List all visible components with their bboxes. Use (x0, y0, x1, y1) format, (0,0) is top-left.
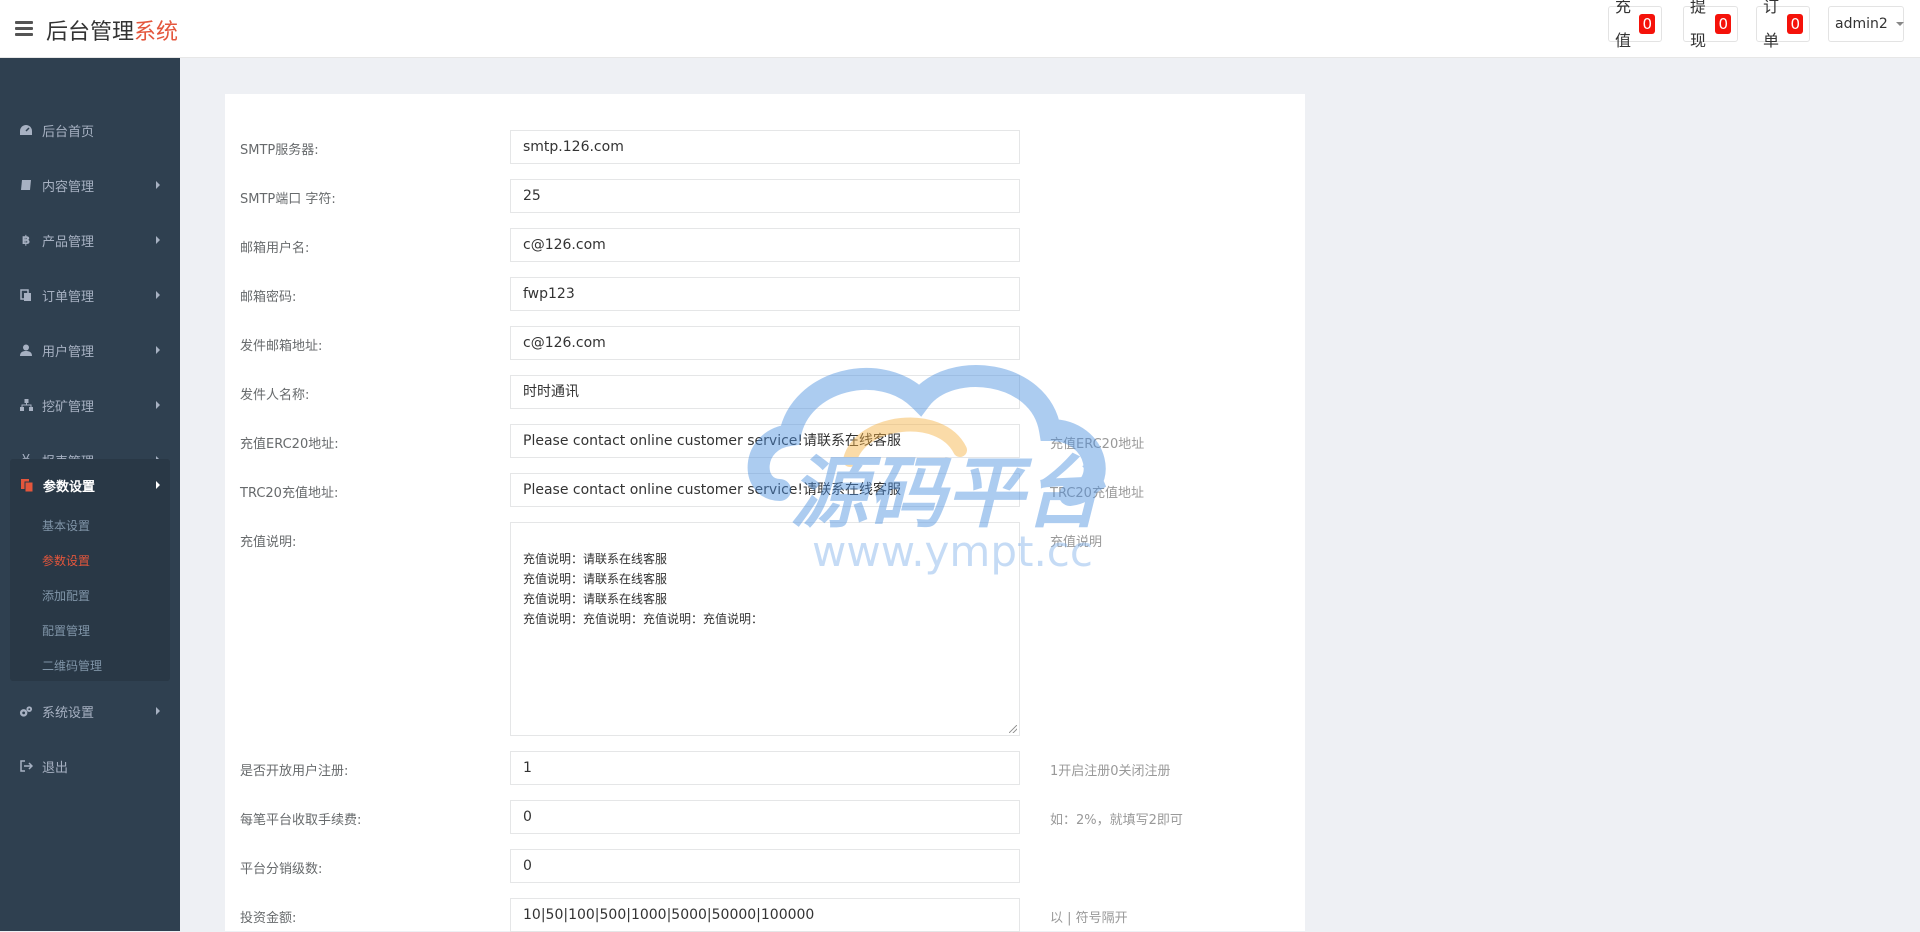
sidebar-item-label: 用户管理 (42, 344, 95, 360)
user-icon (19, 343, 33, 357)
fee-label: 每笔平台收取手续费: (240, 813, 362, 828)
sidebar-subitem-qrcode[interactable]: 二维码管理 (42, 657, 102, 674)
sender-name-input[interactable]: 时时通讯 (510, 375, 1020, 409)
recharge-count-badge: 0 (1639, 14, 1655, 34)
trc20-label: TRC20充值地址: (240, 486, 339, 501)
brand-title: 后台管理系统 (46, 14, 178, 46)
sitemap-icon (19, 398, 33, 412)
user-name: admin2 (1835, 16, 1888, 32)
fee-input[interactable]: 0 (510, 800, 1020, 834)
sidebar-subitem-params[interactable]: 参数设置 (42, 552, 90, 569)
open-register-label: 是否开放用户注册: (240, 764, 349, 779)
caret-right-icon (156, 346, 160, 354)
erc20-hint: 充值ERC20地址 (1050, 437, 1145, 452)
dashboard-icon (19, 123, 33, 137)
fee-hint: 如：2%，就填写2即可 (1050, 813, 1183, 828)
trc20-input[interactable]: Please contact online customer service!请… (510, 473, 1020, 507)
invest-amount-hint: 以 | 符号隔开 (1050, 911, 1128, 926)
sidebar-subitem-add-config[interactable]: 添加配置 (42, 587, 90, 604)
sign-out-icon (19, 759, 33, 773)
open-register-input[interactable]: 1 (510, 751, 1020, 785)
user-menu-button[interactable]: admin2 (1828, 6, 1904, 42)
recharge-desc-text: 充值说明：请联系在线客服 充值说明：请联系在线客服 充值说明：请联系在线客服 充… (523, 552, 764, 626)
sidebar-item-label: 产品管理 (42, 234, 95, 250)
sidebar-item-home[interactable]: 后台首页 (0, 104, 180, 156)
invest-amount-input[interactable]: 10|50|100|500|1000|5000|50000|100000 (510, 898, 1020, 932)
recharge-desc-textarea[interactable]: 充值说明：请联系在线客服 充值说明：请联系在线客服 充值说明：请联系在线客服 充… (510, 522, 1020, 736)
smtp-server-label: SMTP服务器: (240, 143, 319, 158)
gears-icon (19, 704, 33, 718)
sidebar-item-content[interactable]: 内容管理 (0, 159, 180, 211)
recharge-button[interactable]: 充值 0 (1608, 0, 1662, 50)
sidebar-item-params[interactable]: 参数设置 (10, 459, 170, 511)
sidebar-item-label: 内容管理 (42, 179, 95, 195)
sidebar-item-label: 后台首页 (42, 124, 95, 140)
recharge-label: 充值 (1615, 0, 1632, 50)
sidebar-item-label: 退出 (42, 760, 69, 776)
levels-input[interactable]: 0 (510, 849, 1020, 883)
sidebar: 后台首页 内容管理 ฿ 产品管理 订单管理 用户管理 挖矿管理 ¥ 报表管理 (0, 58, 180, 931)
sidebar-item-orders[interactable]: 订单管理 (0, 269, 180, 321)
caret-right-icon (156, 707, 160, 715)
resize-grip-icon[interactable] (1009, 725, 1017, 733)
settings-form-panel: SMTP服务器: smtp.126.com SMTP端口 字符: 25 邮箱用户… (225, 94, 1305, 932)
recharge-desc-hint: 充值说明 (1050, 535, 1103, 550)
files-icon (20, 478, 34, 492)
smtp-port-label: SMTP端口 字符: (240, 192, 336, 207)
open-register-hint: 1开启注册0关闭注册 (1050, 764, 1171, 779)
sidebar-item-label: 挖矿管理 (42, 399, 95, 415)
sidebar-item-users[interactable]: 用户管理 (0, 324, 180, 376)
smtp-port-input[interactable]: 25 (510, 179, 1020, 213)
caret-right-icon (156, 181, 160, 189)
sidebar-item-mining[interactable]: 挖矿管理 (0, 379, 180, 431)
caret-down-icon (1895, 22, 1904, 26)
sidebar-item-products[interactable]: ฿ 产品管理 (0, 214, 180, 266)
sidebar-item-label: 订单管理 (42, 289, 95, 305)
recharge-desc-label: 充值说明: (240, 535, 297, 550)
sidebar-item-logout[interactable]: 退出 (0, 740, 180, 792)
sidebar-subitem-config-manage[interactable]: 配置管理 (42, 622, 90, 639)
copy-icon (19, 288, 33, 302)
mail-pass-label: 邮箱密码: (240, 290, 297, 305)
mail-user-label: 邮箱用户名: (240, 241, 310, 256)
sidebar-subitem-basic[interactable]: 基本设置 (42, 517, 90, 534)
orders-count-badge: 0 (1787, 14, 1803, 34)
bitcoin-icon: ฿ (21, 233, 31, 247)
top-header: 后台管理系统 充值 0 提现 0 订单 0 admin2 (0, 0, 1920, 58)
sender-name-label: 发件人名称: (240, 388, 310, 403)
brand-accent: 系统 (134, 20, 179, 45)
trc20-hint: TRC20充值地址 (1050, 486, 1144, 501)
orders-button[interactable]: 订单 0 (1756, 0, 1810, 50)
caret-right-icon (156, 401, 160, 409)
orders-label: 订单 (1763, 0, 1780, 50)
sidebar-item-label: 参数设置 (43, 479, 96, 495)
withdraw-button[interactable]: 提现 0 (1683, 0, 1738, 50)
caret-right-icon (156, 481, 160, 489)
caret-right-icon (156, 236, 160, 244)
sender-addr-input[interactable]: c@126.com (510, 326, 1020, 360)
sender-addr-label: 发件邮箱地址: (240, 339, 323, 354)
mail-user-input[interactable]: c@126.com (510, 228, 1020, 262)
erc20-input[interactable]: Please contact online customer service!请… (510, 424, 1020, 458)
sidebar-item-label: 系统设置 (42, 705, 95, 721)
levels-label: 平台分销级数: (240, 862, 323, 877)
brand-main: 后台管理 (46, 20, 135, 45)
erc20-label: 充值ERC20地址: (240, 437, 339, 452)
mail-pass-input[interactable]: fwp123 (510, 277, 1020, 311)
menu-toggle-icon[interactable] (15, 21, 33, 37)
smtp-server-input[interactable]: smtp.126.com (510, 130, 1020, 164)
withdraw-count-badge: 0 (1715, 14, 1731, 34)
book-icon (19, 178, 33, 192)
withdraw-label: 提现 (1690, 0, 1707, 50)
caret-right-icon (156, 291, 160, 299)
invest-amount-label: 投资金额: (240, 911, 297, 926)
sidebar-item-system[interactable]: 系统设置 (0, 685, 180, 737)
